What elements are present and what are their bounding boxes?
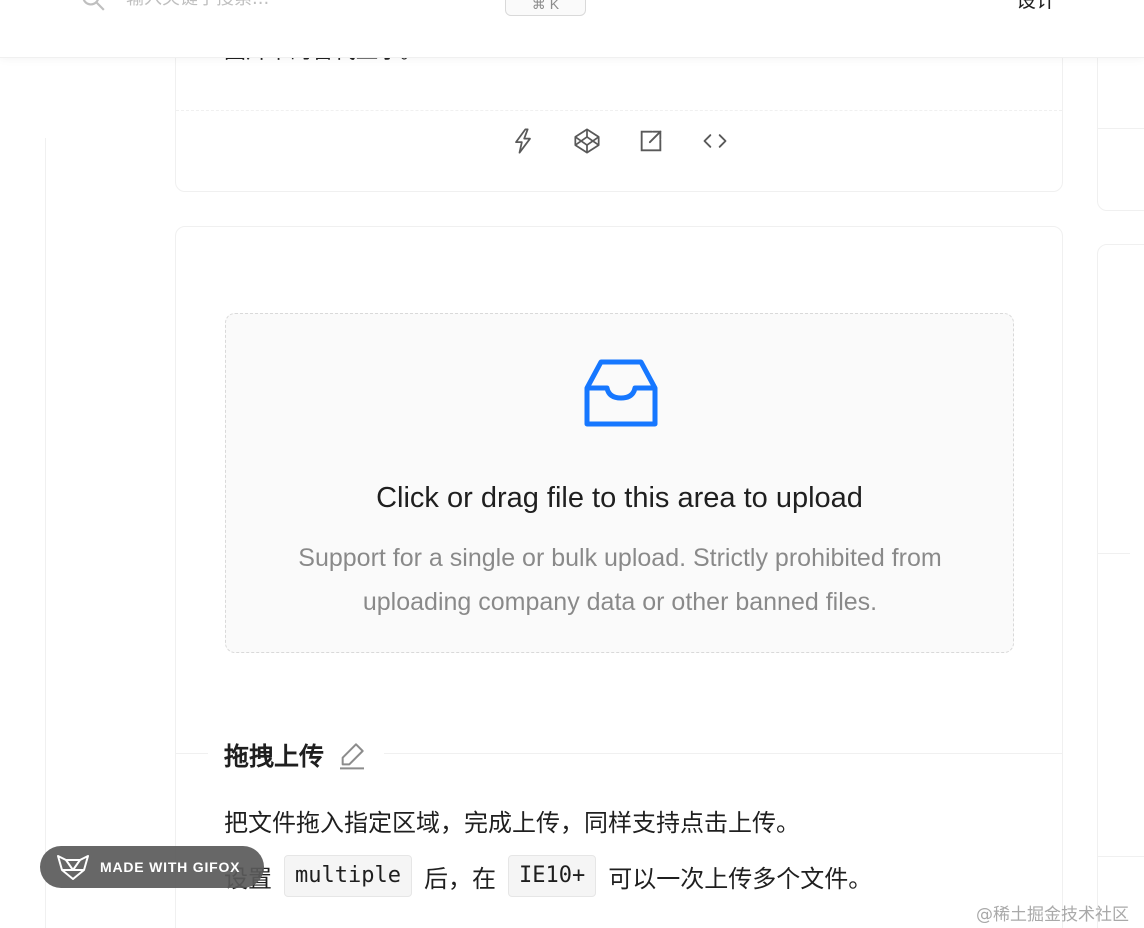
description-text: 后，在 xyxy=(423,864,496,893)
top-header: ⌘ K 设计 xyxy=(0,0,1144,58)
search-input[interactable] xyxy=(126,0,406,10)
upload-hint: Support for a single or bulk upload. Str… xyxy=(298,544,942,616)
drag-upload-demo-card: Click or drag file to this area to uploa… xyxy=(175,226,1063,928)
left-guide-line xyxy=(45,138,46,928)
inline-code: IE10+ xyxy=(507,855,597,897)
description-text: 可以一次上传多个文件。 xyxy=(608,864,873,893)
fox-icon xyxy=(57,855,89,880)
gifox-badge: MADE WITH GIFOX xyxy=(40,846,264,888)
upload-dragger[interactable]: Click or drag file to this area to uploa… xyxy=(225,313,1014,653)
search-icon xyxy=(82,0,105,11)
search-shortcut-badge: ⌘ K xyxy=(505,0,586,16)
right-card-divider xyxy=(1098,128,1144,129)
demo-title: 拖拽上传 xyxy=(224,742,325,771)
codepen-icon[interactable] xyxy=(571,125,603,157)
thunderbolt-icon[interactable] xyxy=(507,125,539,157)
page: ⌘ K 设计 图片下的替代显示。 xyxy=(0,0,1144,928)
nav-link-design[interactable]: 设计 xyxy=(1016,0,1056,13)
demo-description-line: 设置 multiple 后，在 IE10+ 可以一次上传多个文件。 xyxy=(224,855,872,897)
edit-icon[interactable] xyxy=(336,739,368,771)
badge-text: MADE WITH GIFOX xyxy=(100,859,241,875)
right-card-divider xyxy=(1098,856,1144,857)
code-icon[interactable] xyxy=(699,125,731,157)
inline-code: multiple xyxy=(284,855,412,897)
demo-description-line: 把文件拖入指定区域，完成上传，同样支持点击上传。 xyxy=(224,809,800,837)
inbox-icon xyxy=(584,359,658,427)
code-actions-bar xyxy=(176,111,1062,171)
external-link-icon[interactable] xyxy=(635,125,667,157)
watermark: @稀土掘金技术社区 xyxy=(976,905,1129,925)
demo-meta-title: 拖拽上传 xyxy=(208,737,385,773)
right-card-divider xyxy=(1098,553,1130,554)
right-demo-card xyxy=(1097,244,1144,928)
upload-text: Click or drag file to this area to uploa… xyxy=(376,482,863,514)
